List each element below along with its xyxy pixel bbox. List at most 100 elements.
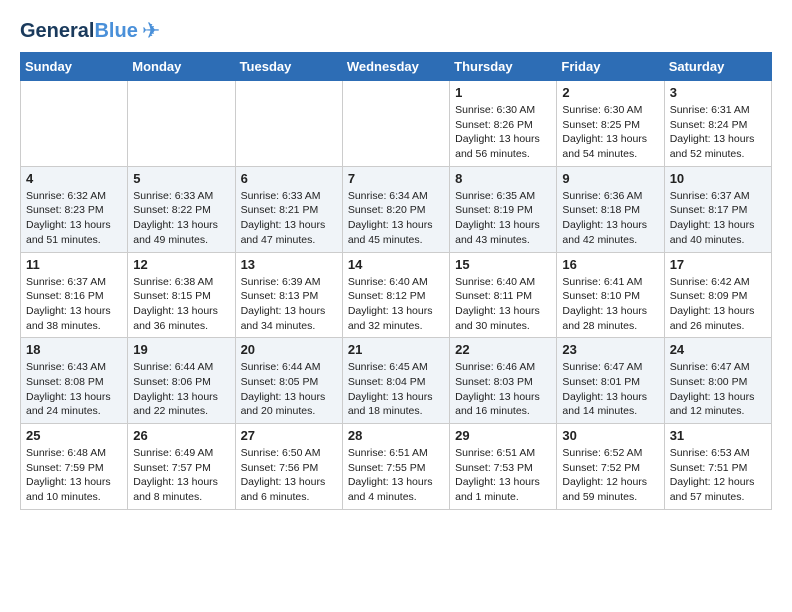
day-number: 26 bbox=[133, 428, 229, 443]
calendar-week-row: 18 Sunrise: 6:43 AM Sunset: 8:08 PM Dayli… bbox=[21, 338, 772, 424]
calendar-cell: 11 Sunrise: 6:37 AM Sunset: 8:16 PM Dayli… bbox=[21, 252, 128, 338]
day-number: 15 bbox=[455, 257, 551, 272]
calendar-cell: 16 Sunrise: 6:41 AM Sunset: 8:10 PM Dayli… bbox=[557, 252, 664, 338]
day-number: 20 bbox=[241, 342, 337, 357]
cell-details: Sunrise: 6:35 AM Sunset: 8:19 PM Dayligh… bbox=[455, 189, 551, 248]
day-number: 21 bbox=[348, 342, 444, 357]
calendar-week-row: 25Sunrise: 6:48 AM Sunset: 7:59 PM Dayli… bbox=[21, 424, 772, 510]
calendar-week-row: 11 Sunrise: 6:37 AM Sunset: 8:16 PM Dayli… bbox=[21, 252, 772, 338]
calendar-cell: 17 Sunrise: 6:42 AM Sunset: 8:09 PM Dayli… bbox=[664, 252, 771, 338]
cell-details: Sunrise: 6:51 AM Sunset: 7:53 PM Dayligh… bbox=[455, 446, 551, 505]
day-number: 1 bbox=[455, 85, 551, 100]
day-number: 12 bbox=[133, 257, 229, 272]
cell-details: Sunrise: 6:45 AM Sunset: 8:04 PM Dayligh… bbox=[348, 360, 444, 419]
cell-details: Sunrise: 6:37 AM Sunset: 8:17 PM Dayligh… bbox=[670, 189, 766, 248]
cell-details: Sunrise: 6:49 AM Sunset: 7:57 PM Dayligh… bbox=[133, 446, 229, 505]
calendar-header-row: SundayMondayTuesdayWednesdayThursdayFrid… bbox=[21, 53, 772, 81]
day-number: 31 bbox=[670, 428, 766, 443]
cell-details: Sunrise: 6:44 AM Sunset: 8:06 PM Dayligh… bbox=[133, 360, 229, 419]
cell-details: Sunrise: 6:31 AM Sunset: 8:24 PM Dayligh… bbox=[670, 103, 766, 162]
cell-details: Sunrise: 6:39 AM Sunset: 8:13 PM Dayligh… bbox=[241, 275, 337, 334]
day-number: 14 bbox=[348, 257, 444, 272]
calendar-cell: 21 Sunrise: 6:45 AM Sunset: 8:04 PM Dayli… bbox=[342, 338, 449, 424]
day-of-week-header: Sunday bbox=[21, 53, 128, 81]
calendar-cell: 9 Sunrise: 6:36 AM Sunset: 8:18 PM Daylig… bbox=[557, 166, 664, 252]
cell-details: Sunrise: 6:47 AM Sunset: 8:00 PM Dayligh… bbox=[670, 360, 766, 419]
cell-details: Sunrise: 6:36 AM Sunset: 8:18 PM Dayligh… bbox=[562, 189, 658, 248]
calendar-cell: 3 Sunrise: 6:31 AM Sunset: 8:24 PM Daylig… bbox=[664, 81, 771, 167]
day-number: 13 bbox=[241, 257, 337, 272]
cell-details: Sunrise: 6:44 AM Sunset: 8:05 PM Dayligh… bbox=[241, 360, 337, 419]
calendar-cell: 8Sunrise: 6:35 AM Sunset: 8:19 PM Daylig… bbox=[450, 166, 557, 252]
day-number: 10 bbox=[670, 171, 766, 186]
calendar-cell: 18 Sunrise: 6:43 AM Sunset: 8:08 PM Dayli… bbox=[21, 338, 128, 424]
calendar-cell: 2 Sunrise: 6:30 AM Sunset: 8:25 PM Daylig… bbox=[557, 81, 664, 167]
calendar-cell: 15 Sunrise: 6:40 AM Sunset: 8:11 PM Dayli… bbox=[450, 252, 557, 338]
day-number: 19 bbox=[133, 342, 229, 357]
calendar-cell bbox=[342, 81, 449, 167]
calendar-cell: 20 Sunrise: 6:44 AM Sunset: 8:05 PM Dayli… bbox=[235, 338, 342, 424]
day-number: 22 bbox=[455, 342, 551, 357]
day-number: 27 bbox=[241, 428, 337, 443]
day-number: 18 bbox=[26, 342, 122, 357]
cell-details: Sunrise: 6:52 AM Sunset: 7:52 PM Dayligh… bbox=[562, 446, 658, 505]
day-of-week-header: Thursday bbox=[450, 53, 557, 81]
calendar-cell: 23Sunrise: 6:47 AM Sunset: 8:01 PM Dayli… bbox=[557, 338, 664, 424]
cell-details: Sunrise: 6:33 AM Sunset: 8:21 PM Dayligh… bbox=[241, 189, 337, 248]
cell-details: Sunrise: 6:40 AM Sunset: 8:11 PM Dayligh… bbox=[455, 275, 551, 334]
logo: GeneralBlue ✈ bbox=[20, 20, 160, 42]
day-number: 29 bbox=[455, 428, 551, 443]
day-number: 5 bbox=[133, 171, 229, 186]
cell-details: Sunrise: 6:33 AM Sunset: 8:22 PM Dayligh… bbox=[133, 189, 229, 248]
calendar-cell: 12 Sunrise: 6:38 AM Sunset: 8:15 PM Dayli… bbox=[128, 252, 235, 338]
cell-details: Sunrise: 6:42 AM Sunset: 8:09 PM Dayligh… bbox=[670, 275, 766, 334]
day-number: 11 bbox=[26, 257, 122, 272]
calendar-cell: 25Sunrise: 6:48 AM Sunset: 7:59 PM Dayli… bbox=[21, 424, 128, 510]
day-number: 16 bbox=[562, 257, 658, 272]
cell-details: Sunrise: 6:37 AM Sunset: 8:16 PM Dayligh… bbox=[26, 275, 122, 334]
calendar-cell bbox=[235, 81, 342, 167]
cell-details: Sunrise: 6:46 AM Sunset: 8:03 PM Dayligh… bbox=[455, 360, 551, 419]
calendar-cell: 1 Sunrise: 6:30 AM Sunset: 8:26 PM Daylig… bbox=[450, 81, 557, 167]
calendar-cell: 27 Sunrise: 6:50 AM Sunset: 7:56 PM Dayli… bbox=[235, 424, 342, 510]
calendar-cell: 19 Sunrise: 6:44 AM Sunset: 8:06 PM Dayli… bbox=[128, 338, 235, 424]
calendar-cell: 14 Sunrise: 6:40 AM Sunset: 8:12 PM Dayli… bbox=[342, 252, 449, 338]
cell-details: Sunrise: 6:30 AM Sunset: 8:26 PM Dayligh… bbox=[455, 103, 551, 162]
calendar-cell: 6 Sunrise: 6:33 AM Sunset: 8:21 PM Daylig… bbox=[235, 166, 342, 252]
calendar-cell bbox=[128, 81, 235, 167]
day-number: 4 bbox=[26, 171, 122, 186]
calendar-cell: 28 Sunrise: 6:51 AM Sunset: 7:55 PM Dayli… bbox=[342, 424, 449, 510]
calendar-week-row: 4Sunrise: 6:32 AM Sunset: 8:23 PM Daylig… bbox=[21, 166, 772, 252]
calendar-cell: 7 Sunrise: 6:34 AM Sunset: 8:20 PM Daylig… bbox=[342, 166, 449, 252]
day-number: 17 bbox=[670, 257, 766, 272]
calendar-week-row: 1 Sunrise: 6:30 AM Sunset: 8:26 PM Daylig… bbox=[21, 81, 772, 167]
calendar-cell: 10 Sunrise: 6:37 AM Sunset: 8:17 PM Dayli… bbox=[664, 166, 771, 252]
day-number: 24 bbox=[670, 342, 766, 357]
day-number: 3 bbox=[670, 85, 766, 100]
calendar-cell: 4Sunrise: 6:32 AM Sunset: 8:23 PM Daylig… bbox=[21, 166, 128, 252]
cell-details: Sunrise: 6:41 AM Sunset: 8:10 PM Dayligh… bbox=[562, 275, 658, 334]
day-number: 6 bbox=[241, 171, 337, 186]
logo-bird-icon: ✈ bbox=[142, 20, 160, 42]
day-number: 7 bbox=[348, 171, 444, 186]
day-of-week-header: Saturday bbox=[664, 53, 771, 81]
cell-details: Sunrise: 6:38 AM Sunset: 8:15 PM Dayligh… bbox=[133, 275, 229, 334]
cell-details: Sunrise: 6:50 AM Sunset: 7:56 PM Dayligh… bbox=[241, 446, 337, 505]
calendar-table: SundayMondayTuesdayWednesdayThursdayFrid… bbox=[20, 52, 772, 510]
cell-details: Sunrise: 6:34 AM Sunset: 8:20 PM Dayligh… bbox=[348, 189, 444, 248]
cell-details: Sunrise: 6:48 AM Sunset: 7:59 PM Dayligh… bbox=[26, 446, 122, 505]
day-number: 2 bbox=[562, 85, 658, 100]
calendar-cell: 5 Sunrise: 6:33 AM Sunset: 8:22 PM Daylig… bbox=[128, 166, 235, 252]
cell-details: Sunrise: 6:30 AM Sunset: 8:25 PM Dayligh… bbox=[562, 103, 658, 162]
cell-details: Sunrise: 6:43 AM Sunset: 8:08 PM Dayligh… bbox=[26, 360, 122, 419]
day-of-week-header: Monday bbox=[128, 53, 235, 81]
cell-details: Sunrise: 6:51 AM Sunset: 7:55 PM Dayligh… bbox=[348, 446, 444, 505]
day-number: 28 bbox=[348, 428, 444, 443]
cell-details: Sunrise: 6:53 AM Sunset: 7:51 PM Dayligh… bbox=[670, 446, 766, 505]
calendar-cell: 24 Sunrise: 6:47 AM Sunset: 8:00 PM Dayli… bbox=[664, 338, 771, 424]
cell-details: Sunrise: 6:40 AM Sunset: 8:12 PM Dayligh… bbox=[348, 275, 444, 334]
calendar-cell: 22 Sunrise: 6:46 AM Sunset: 8:03 PM Dayli… bbox=[450, 338, 557, 424]
calendar-cell: 31 Sunrise: 6:53 AM Sunset: 7:51 PM Dayli… bbox=[664, 424, 771, 510]
calendar-cell bbox=[21, 81, 128, 167]
day-number: 9 bbox=[562, 171, 658, 186]
